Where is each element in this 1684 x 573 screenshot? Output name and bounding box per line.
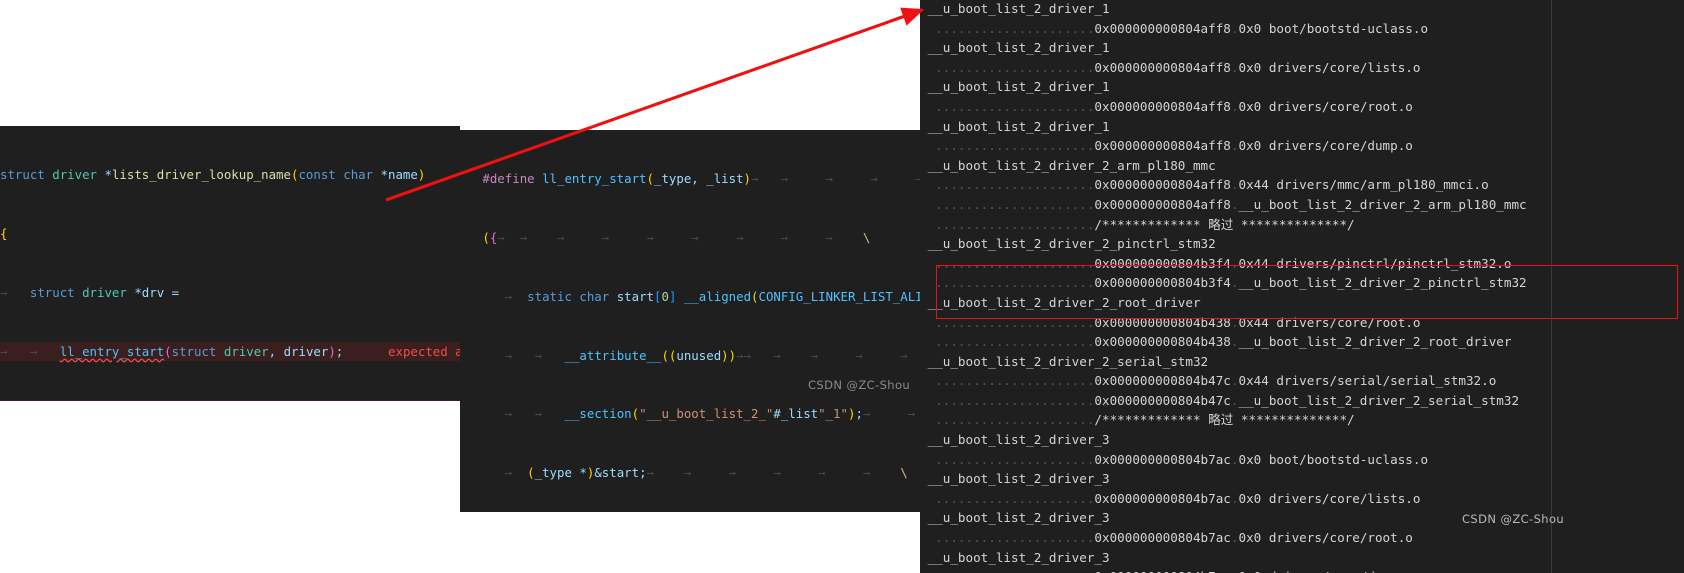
- map-alias-line: .....................0x000000000804b438.…: [935, 334, 1512, 350]
- map-address-line: .....................0x000000000804b7ac.…: [935, 530, 1413, 546]
- map-symbol-line: __u_boot_list_2_driver_1: [927, 79, 1110, 95]
- map-symbol-line: __u_boot_list_2_driver_2_root_driver: [927, 294, 1201, 310]
- code-line: → struct driver *drv =: [0, 284, 180, 300]
- map-skip-marker: ...................../************* 略过 *…: [935, 216, 1355, 232]
- map-symbol-line: __u_boot_list_2_driver_1: [927, 40, 1110, 56]
- code-line: → → __attribute__((unused))→→ → → → → \: [504, 347, 908, 363]
- code-line-error: → → ll_entry_start(struct driver, driver…: [0, 341, 460, 362]
- background-gap-bottom-mid: [460, 512, 920, 573]
- code-line: struct driver *lists_driver_lookup_name(…: [0, 167, 426, 183]
- map-address-line: .....................0x000000000804b7ac.…: [935, 490, 1421, 506]
- source-code-editor-linker-lists-h[interactable]: #define ll_entry_start(_type, _list)→ → …: [460, 130, 920, 512]
- map-address-line: .....................0x000000000804aff8.…: [935, 20, 1429, 36]
- map-address-line: .....................0x000000000804aff8.…: [935, 177, 1489, 193]
- map-address-line: .....................0x000000000804b3f4.…: [935, 255, 1512, 271]
- code-line: ({→ → → → → → → → → \: [482, 229, 871, 245]
- map-skip-marker: ...................../************* 略过 *…: [935, 412, 1355, 428]
- screenshot-root: struct driver *lists_driver_lookup_name(…: [0, 0, 1684, 573]
- map-symbol-line: __u_boot_list_2_driver_2_serial_stm32: [927, 353, 1209, 369]
- map-address-line: .....................0x000000000804aff8.…: [935, 98, 1413, 114]
- map-symbol-line: __u_boot_list_2_driver_3: [927, 471, 1110, 487]
- map-symbol-line: __u_boot_list_2_driver_3: [927, 549, 1110, 565]
- linker-map-output[interactable]: __u_boot_list_2_driver_1 ...............…: [920, 0, 1684, 573]
- map-address-line: .....................0x000000000804b7ac.…: [935, 451, 1429, 467]
- background-gap-top-left: [0, 0, 920, 126]
- background-gap-bottom-left: [0, 401, 460, 573]
- map-alias-line: .....................0x000000000804b3f4.…: [935, 275, 1527, 291]
- map-symbol-line: __u_boot_list_2_driver_2_pinctrl_stm32: [927, 236, 1216, 252]
- map-symbol-line: __u_boot_list_2_driver_1: [927, 118, 1110, 134]
- map-alias-line: .....................0x000000000804b47c.…: [935, 392, 1520, 408]
- code-line: {: [0, 225, 8, 241]
- map-address-line: .....................0x000000000804b438.…: [935, 314, 1421, 330]
- code-line: → static char start[0] __aligned(CONFIG_…: [504, 288, 920, 304]
- map-pane-divider: [1551, 0, 1552, 573]
- code-line: → → __section("__u_boot_list_2_"#_list"_…: [504, 406, 916, 422]
- map-address-line: .....................0x000000000804aff8.…: [935, 138, 1413, 154]
- map-symbol-line: __u_boot_list_2_driver_3: [927, 510, 1110, 526]
- map-address-line: .....................0x000000000804aff8.…: [935, 59, 1421, 75]
- map-address-line: .....................0x000000000804b7ac.…: [920, 568, 1684, 573]
- map-symbol-line: __u_boot_list_2_driver_2_arm_pl180_mmc: [927, 157, 1216, 173]
- watermark-right: CSDN @ZC-Shou: [1462, 512, 1565, 526]
- code-line: → (_type *)&start;→ → → → → → \: [504, 465, 908, 481]
- map-symbol-line: __u_boot_list_2_driver_1: [927, 1, 1110, 16]
- code-line: #define ll_entry_start(_type, _list)→ → …: [482, 171, 920, 187]
- watermark-mid: CSDN @ZC-Shou: [808, 378, 911, 392]
- map-alias-line: .....................0x000000000804aff8.…: [935, 196, 1527, 212]
- map-symbol-line: __u_boot_list_2_driver_3: [927, 432, 1110, 448]
- map-address-line: .....................0x000000000804b47c.…: [935, 373, 1497, 389]
- source-code-editor-lists-c[interactable]: struct driver *lists_driver_lookup_name(…: [0, 126, 460, 401]
